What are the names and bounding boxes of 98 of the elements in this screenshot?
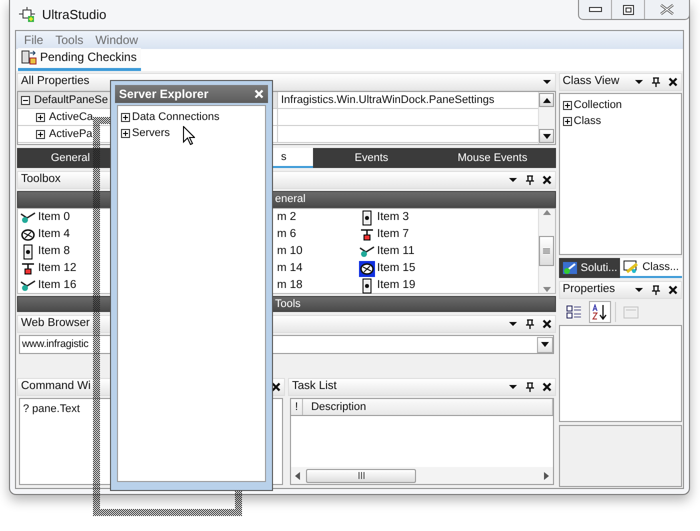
- menu-item[interactable]: File: [24, 31, 44, 49]
- scroll-left-icon[interactable]: [295, 472, 300, 480]
- tool-icon: [20, 260, 36, 276]
- toolbox-item[interactable]: m 18: [274, 277, 303, 294]
- property-name: DefaultPaneSe: [34, 92, 108, 108]
- toolbox-item[interactable]: Item 4: [18, 226, 70, 243]
- toolbox-item[interactable]: Item 12: [18, 260, 76, 277]
- side-tab[interactable]: Soluti...: [558, 258, 620, 278]
- pane-title: Properties: [562, 282, 616, 298]
- window-title: Server Explorer: [119, 86, 210, 103]
- vertical-scrollbar[interactable]: [538, 92, 555, 144]
- tool-icon: [359, 226, 375, 242]
- close-icon[interactable]: [668, 77, 678, 87]
- toolbox-item[interactable]: Item 3: [357, 209, 409, 226]
- pane-title: Class View: [562, 74, 620, 90]
- pane-title: All Properties: [21, 74, 90, 90]
- toolbox-item[interactable]: m 6: [274, 226, 296, 243]
- tool-icon: [20, 210, 36, 226]
- menu-item[interactable]: Window: [95, 31, 138, 49]
- checkin-icon: [21, 49, 37, 65]
- expand-icon[interactable]: [562, 100, 572, 110]
- dropdown-icon[interactable]: [508, 175, 518, 185]
- toolbox-item[interactable]: Item 16: [18, 277, 76, 294]
- toolbox-item[interactable]: Item 19: [357, 277, 416, 294]
- toolbox-item[interactable]: m 14: [274, 260, 303, 277]
- close-icon[interactable]: [271, 382, 281, 392]
- toolbox-item[interactable]: m 2: [274, 209, 296, 226]
- app-icon: [18, 7, 36, 23]
- toolbox-item[interactable]: Item 7: [357, 226, 409, 243]
- categorized-icon: [566, 304, 582, 320]
- tree-item[interactable]: Servers: [132, 124, 170, 142]
- tool-icon: [359, 260, 375, 276]
- minimize-icon: [588, 6, 602, 13]
- menu-item[interactable]: Tools: [55, 31, 84, 49]
- scroll-up-icon[interactable]: [542, 98, 551, 102]
- pane-title: Toolbox: [21, 172, 62, 188]
- dropdown-icon[interactable]: [634, 285, 644, 295]
- property-tab[interactable]: Mouse Events: [430, 148, 555, 168]
- column-header[interactable]: !: [291, 399, 304, 415]
- toolbox-item[interactable]: m 10: [274, 243, 303, 260]
- close-icon[interactable]: [542, 382, 552, 392]
- dropdown-icon[interactable]: [508, 319, 518, 329]
- pin-icon[interactable]: [524, 175, 535, 185]
- window-title: UltraStudio: [42, 6, 106, 24]
- toolbox-item[interactable]: Item 15: [357, 260, 416, 277]
- pane-title: Web Browser: [21, 316, 91, 332]
- dropdown-icon[interactable]: [508, 382, 518, 392]
- scroll-down-icon[interactable]: [542, 134, 551, 138]
- property-value: Infragistics.Win.UltraWinDock.PaneSettings: [281, 92, 494, 108]
- scroll-right-icon[interactable]: [544, 472, 549, 480]
- vertical-scrollbar[interactable]: [538, 209, 555, 293]
- class-icon: [623, 260, 640, 274]
- maximize-icon: [622, 4, 634, 14]
- grip-icon[interactable]: [543, 248, 550, 254]
- close-icon[interactable]: [542, 319, 552, 329]
- expand-icon[interactable]: [562, 116, 572, 126]
- tool-icon: [20, 278, 36, 294]
- tree-item[interactable]: Data Connections: [132, 108, 220, 126]
- tool-icon: [359, 244, 375, 260]
- tree-item[interactable]: Class: [574, 112, 602, 130]
- column-header[interactable]: Description: [303, 399, 553, 415]
- pin-icon[interactable]: [651, 77, 661, 87]
- property-tab[interactable]: Events: [313, 148, 430, 168]
- tool-icon: [20, 226, 36, 242]
- expand-icon[interactable]: [121, 112, 130, 122]
- pin-icon[interactable]: [651, 285, 661, 295]
- dropdown-icon[interactable]: [542, 77, 552, 87]
- toolbox-item[interactable]: Item 0: [18, 209, 70, 226]
- property-tab[interactable]: General: [17, 148, 93, 168]
- collapse-icon[interactable]: [21, 96, 30, 104]
- pin-icon[interactable]: [524, 382, 535, 392]
- sort-icon: [592, 304, 608, 320]
- pane-title: Command Wi: [21, 379, 92, 394]
- tree-item[interactable]: Collection: [574, 96, 622, 114]
- property-tab[interactable]: s: [273, 148, 313, 168]
- expand-icon[interactable]: [36, 112, 45, 122]
- mouse-pointer-icon: [183, 126, 195, 145]
- expand-icon[interactable]: [36, 130, 45, 138]
- pin-icon[interactable]: [524, 319, 535, 329]
- toolbox-item[interactable]: Item 8: [18, 243, 70, 260]
- expand-icon[interactable]: [121, 128, 130, 138]
- close-icon[interactable]: [668, 285, 678, 295]
- toolbox-item[interactable]: Item 11: [357, 243, 414, 260]
- property-name: ActiveCa: [49, 110, 94, 125]
- command-line: ? pane.Text: [22, 402, 81, 417]
- toolbar-tab[interactable]: Pending Checkins: [18, 48, 141, 71]
- pages-icon: [622, 304, 639, 320]
- pane-title: Task List: [292, 379, 338, 394]
- solution-icon: [562, 261, 578, 275]
- dropdown-icon[interactable]: [540, 342, 549, 347]
- dropdown-icon[interactable]: [634, 77, 644, 87]
- horizontal-scrollbar[interactable]: [291, 467, 553, 484]
- sort-button[interactable]: [588, 301, 611, 323]
- grip-icon[interactable]: [358, 472, 364, 479]
- side-tab[interactable]: Class...: [620, 258, 682, 278]
- property-name: ActivePa: [49, 126, 92, 142]
- close-icon: [660, 4, 674, 15]
- close-icon[interactable]: [542, 175, 552, 185]
